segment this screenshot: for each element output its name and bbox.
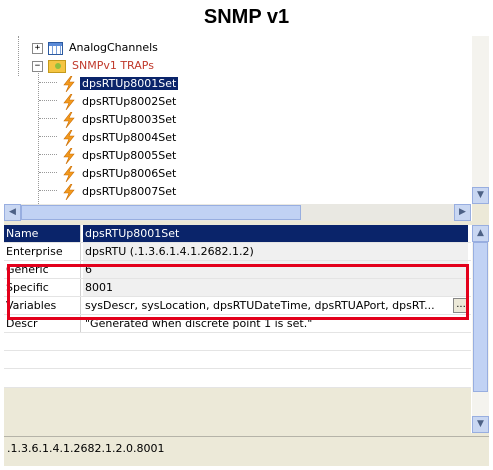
tree-node-trap[interactable]: dpsRTUp8007Set: [62, 183, 178, 201]
trap-bolt-icon: [62, 130, 76, 146]
scroll-corner: [472, 204, 489, 221]
property-row-empty: [4, 333, 471, 351]
collapse-traps-toggle[interactable]: −: [32, 61, 43, 72]
property-grid: Name dpsRTUp8001Set Enterprise dpsRTU (.…: [4, 225, 489, 433]
folder-icon: [48, 59, 66, 73]
scroll-down-arrow-icon[interactable]: ▼: [472, 416, 489, 433]
tree-view: + AnalogChannels − SNMPv1 TRAPs dpsRTUp8…: [4, 36, 471, 221]
horizontal-scroll-thumb[interactable]: [21, 205, 301, 220]
tree-node-trap[interactable]: dpsRTUp8003Set: [62, 111, 178, 129]
tree-node-analog-channels[interactable]: AnalogChannels: [48, 39, 160, 57]
property-row-descr[interactable]: Descr "Generated when discrete point 1 i…: [4, 315, 471, 333]
scroll-down-arrow-icon[interactable]: ▼: [472, 187, 489, 204]
tree-pane: + AnalogChannels − SNMPv1 TRAPs dpsRTUp8…: [4, 36, 489, 221]
trap-bolt-icon: [62, 112, 76, 128]
property-row-name[interactable]: Name dpsRTUp8001Set: [4, 225, 471, 243]
scroll-left-arrow-icon[interactable]: ◀: [4, 204, 21, 221]
expand-analog-toggle[interactable]: +: [32, 43, 43, 54]
tree-node-snmpv1-traps[interactable]: SNMPv1 TRAPs: [48, 57, 156, 75]
property-row-empty: [4, 370, 471, 388]
variables-ellipsis-button[interactable]: ...: [453, 298, 469, 313]
tree-node-trap[interactable]: dpsRTUp8001Set: [62, 75, 179, 93]
tree-node-trap[interactable]: dpsRTUp8005Set: [62, 147, 178, 165]
property-grid-empty-area: [4, 388, 471, 433]
tree-node-trap[interactable]: dpsRTUp8002Set: [62, 93, 178, 111]
trap-bolt-icon: [62, 184, 76, 200]
property-vertical-scrollbar[interactable]: ▲ ▼: [472, 225, 489, 433]
trap-bolt-icon: [62, 76, 76, 92]
tree-node-trap[interactable]: dpsRTUp8004Set: [62, 129, 178, 147]
tree-vertical-scrollbar[interactable]: ▼: [472, 36, 489, 204]
trap-bolt-icon: [62, 94, 76, 110]
vertical-scroll-thumb[interactable]: [473, 242, 488, 392]
status-bar-oid: .1.3.6.1.4.1.2682.1.2.0.8001: [4, 436, 489, 460]
scroll-right-arrow-icon[interactable]: ▶: [454, 204, 471, 221]
property-row-empty: [4, 351, 471, 369]
property-row-variables[interactable]: Variables sysDescr, sysLocation, dpsRTUD…: [4, 297, 471, 315]
trap-bolt-icon: [62, 166, 76, 182]
page-title: SNMP v1: [203, 6, 290, 28]
property-row-specific[interactable]: Specific 8001: [4, 279, 471, 297]
tree-horizontal-scrollbar[interactable]: ◀ ▶: [4, 204, 471, 221]
scroll-up-arrow-icon[interactable]: ▲: [472, 225, 489, 242]
trap-bolt-icon: [62, 148, 76, 164]
property-row-enterprise[interactable]: Enterprise dpsRTU (.1.3.6.1.4.1.2682.1.2…: [4, 243, 471, 261]
property-row-generic[interactable]: Generic 6: [4, 261, 471, 279]
mib-browser-window: + AnalogChannels − SNMPv1 TRAPs dpsRTUp8…: [4, 36, 489, 466]
grid-icon: [48, 41, 63, 55]
tree-node-trap[interactable]: dpsRTUp8006Set: [62, 165, 178, 183]
